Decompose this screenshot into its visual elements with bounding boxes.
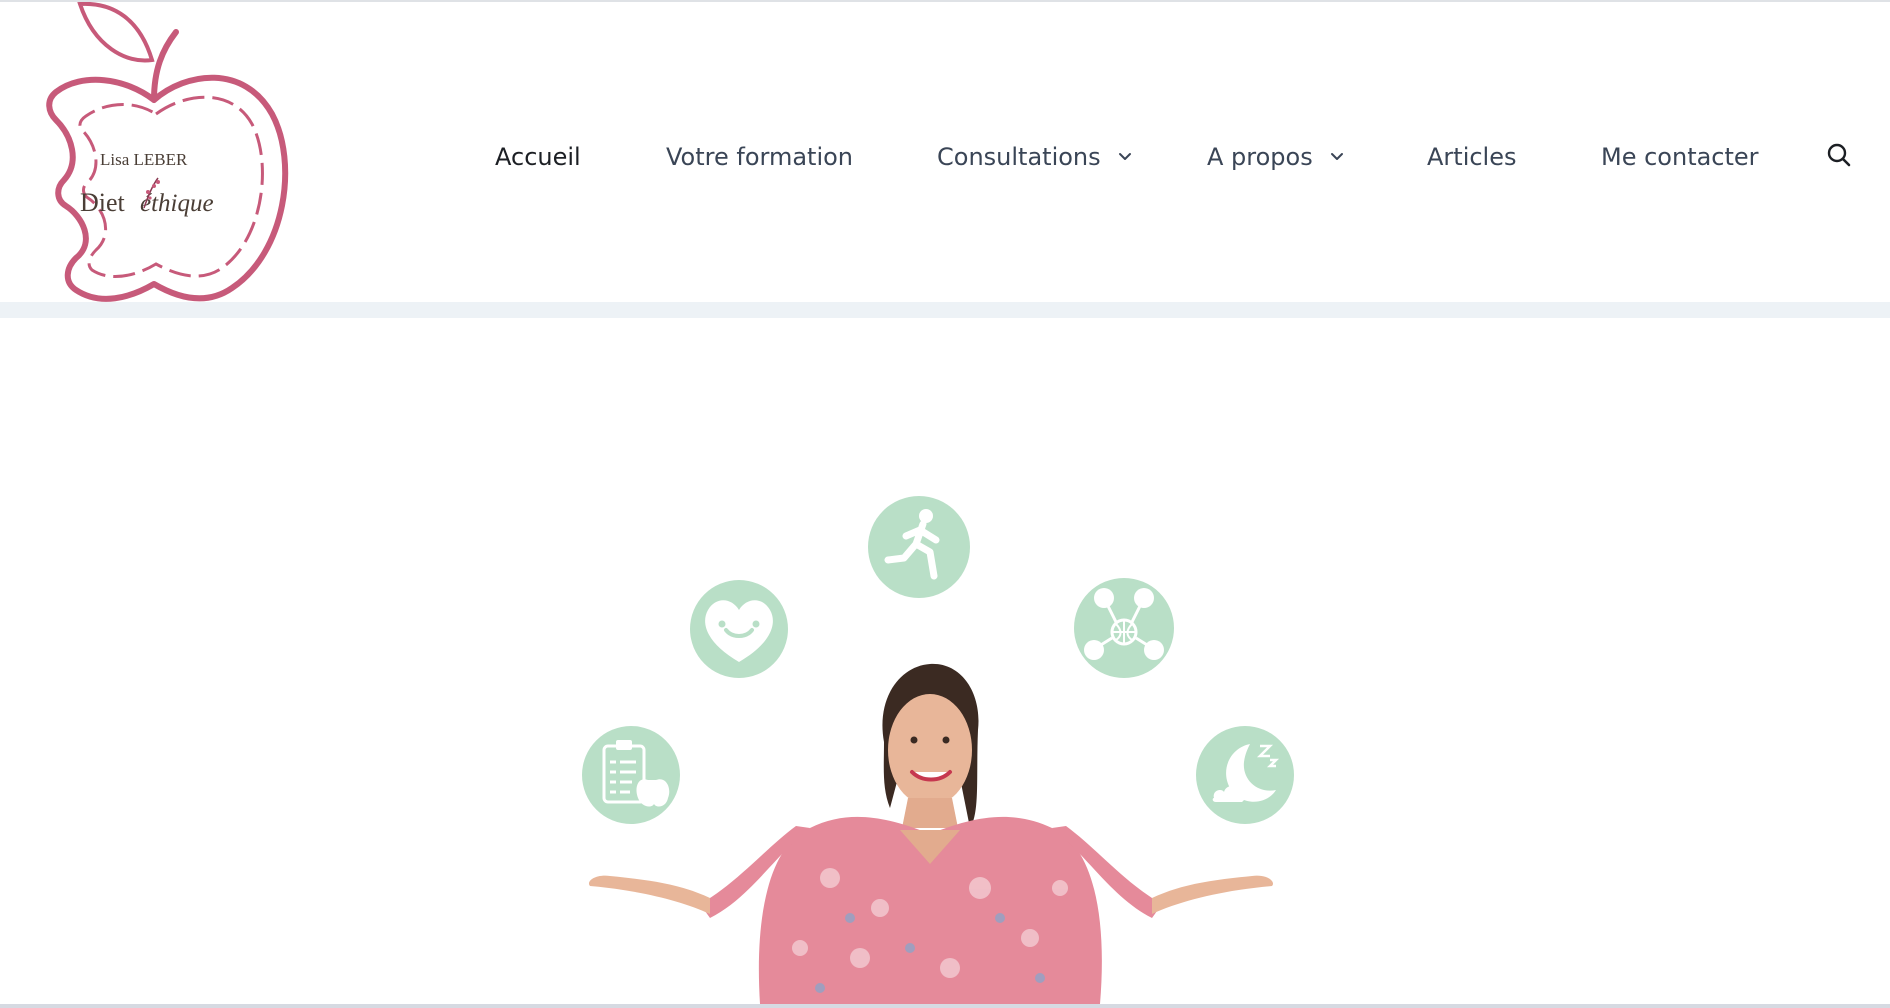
nav-item-label: Me contacter: [1601, 143, 1759, 171]
nav-item-label: A propos: [1207, 143, 1313, 171]
chevron-down-icon: [1331, 153, 1344, 160]
nav-item-label: Articles: [1427, 143, 1517, 171]
search-icon[interactable]: [1824, 140, 1854, 170]
nav-item-label: Consultations: [937, 143, 1101, 171]
nav-item-a-propos[interactable]: A propos: [1207, 136, 1344, 176]
hero-section: [0, 318, 1890, 1004]
nav-item-label: Votre formation: [666, 143, 854, 171]
nav-item-label: Accueil: [495, 143, 581, 171]
chevron-down-icon: [1119, 153, 1132, 160]
hero-person-image: [588, 663, 1274, 1004]
nav-item-accueil[interactable]: Accueil: [495, 136, 581, 176]
site-header: Lisa LEBER Diet éthique Accueil Votre fo…: [0, 2, 1890, 302]
header-divider-band: [0, 302, 1890, 318]
nav-item-articles[interactable]: Articles: [1427, 136, 1517, 176]
nav-item-votre-formation[interactable]: Votre formation: [666, 136, 853, 176]
bottom-border: [0, 1004, 1890, 1008]
main-navigation: Accueil Votre formation Consultations A …: [0, 2, 1890, 302]
runner-icon: [868, 496, 970, 598]
nav-item-consultations[interactable]: Consultations: [937, 136, 1132, 176]
nav-item-me-contacter[interactable]: Me contacter: [1601, 136, 1759, 176]
